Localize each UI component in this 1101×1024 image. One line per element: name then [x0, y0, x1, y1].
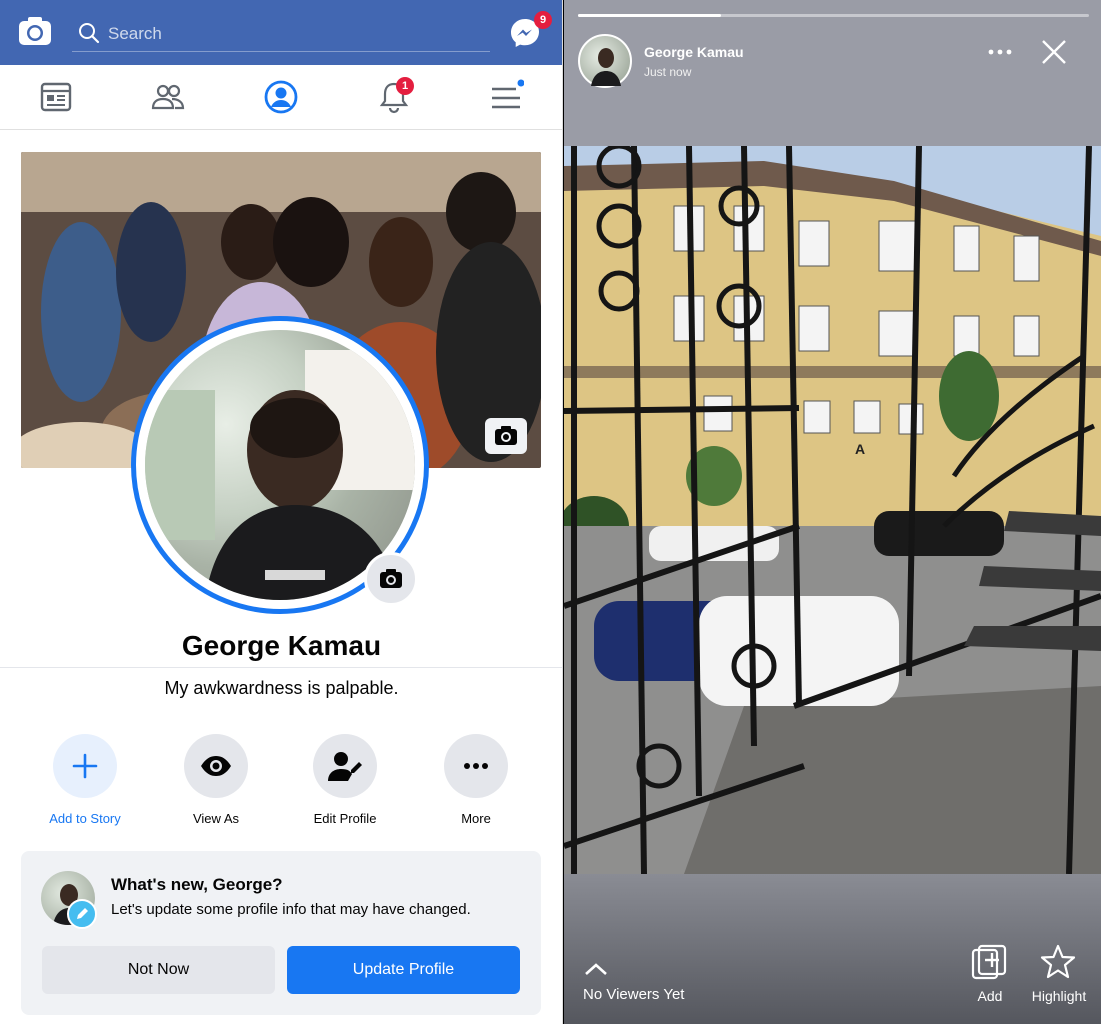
friends-icon[interactable] — [150, 79, 186, 115]
view-as-button[interactable]: View As — [161, 734, 271, 826]
add-label[interactable]: Add — [967, 988, 1013, 1004]
divider — [0, 667, 562, 668]
not-now-button[interactable]: Not Now — [42, 946, 275, 994]
messenger-button[interactable]: 9 — [508, 11, 552, 50]
edit-profile-icon — [328, 752, 362, 781]
add-to-story-button[interactable]: Add to Story — [30, 734, 140, 826]
card-subtitle: Let's update some profile info that may … — [111, 901, 471, 918]
close-icon[interactable] — [1040, 38, 1068, 66]
more-circle — [444, 734, 508, 798]
highlight-star-icon[interactable] — [1040, 944, 1076, 980]
highlight-label[interactable]: Highlight — [1024, 988, 1094, 1004]
more-dots-icon — [464, 763, 488, 769]
menu-button[interactable] — [488, 79, 525, 115]
update-profile-button[interactable]: Update Profile — [287, 946, 520, 994]
more-options-icon[interactable] — [988, 42, 1012, 62]
notifications-button[interactable]: 1 — [376, 77, 414, 115]
edit-profile-circle — [313, 734, 377, 798]
menu-icon — [492, 79, 525, 109]
viewers-count[interactable]: No Viewers Yet — [583, 986, 684, 1003]
story-progress-bar — [578, 14, 1089, 17]
eye-icon — [201, 756, 231, 776]
edit-cover-button[interactable] — [485, 418, 527, 454]
profile-screen: Search 9 1 George Kamau My awkwardness i… — [0, 0, 563, 1024]
camera-icon — [495, 426, 517, 445]
news-feed-icon[interactable] — [38, 79, 74, 115]
story-timestamp: Just now — [644, 65, 692, 79]
story-author-name[interactable]: George Kamau — [644, 44, 744, 60]
notifications-badge: 1 — [396, 77, 414, 95]
add-to-story-label: Add to Story — [49, 811, 121, 826]
add-to-story-icon[interactable] — [971, 944, 1007, 980]
search-placeholder: Search — [108, 24, 162, 43]
story-photo-image: A — [564, 146, 1101, 874]
profile-update-card: What's new, George? Let's update some pr… — [21, 851, 541, 1015]
story-photo[interactable]: A — [564, 146, 1101, 874]
more-button[interactable]: More — [421, 734, 531, 826]
edit-profile-picture-button[interactable] — [364, 552, 418, 606]
more-label: More — [461, 811, 491, 826]
story-viewer: George Kamau Just now A No Viewers Yet A… — [564, 0, 1101, 1024]
camera-icon — [380, 569, 402, 588]
pencil-icon — [67, 899, 97, 929]
edit-profile-label: Edit Profile — [313, 811, 377, 826]
view-as-label: View As — [192, 811, 239, 826]
profile-name: George Kamau — [181, 630, 382, 661]
search-icon — [79, 23, 100, 44]
top-bar: Search 9 — [0, 0, 562, 65]
profile-bio: My awkwardness is palpable. — [164, 678, 399, 698]
view-as-circle — [184, 734, 248, 798]
edit-profile-button[interactable]: Edit Profile — [290, 734, 400, 826]
chevron-up-icon[interactable] — [584, 962, 608, 976]
card-title: What's new, George? — [111, 875, 283, 894]
search-input[interactable]: Search — [72, 16, 490, 52]
add-to-story-circle — [53, 734, 117, 798]
messenger-badge: 9 — [534, 11, 552, 29]
camera-icon[interactable] — [18, 16, 52, 46]
nav-bar: 1 — [0, 65, 562, 130]
building-sign: A — [855, 441, 865, 457]
story-progress-fill — [578, 14, 722, 17]
profile-icon[interactable] — [263, 79, 299, 115]
plus-icon — [72, 753, 98, 779]
story-author-avatar[interactable] — [578, 34, 632, 88]
